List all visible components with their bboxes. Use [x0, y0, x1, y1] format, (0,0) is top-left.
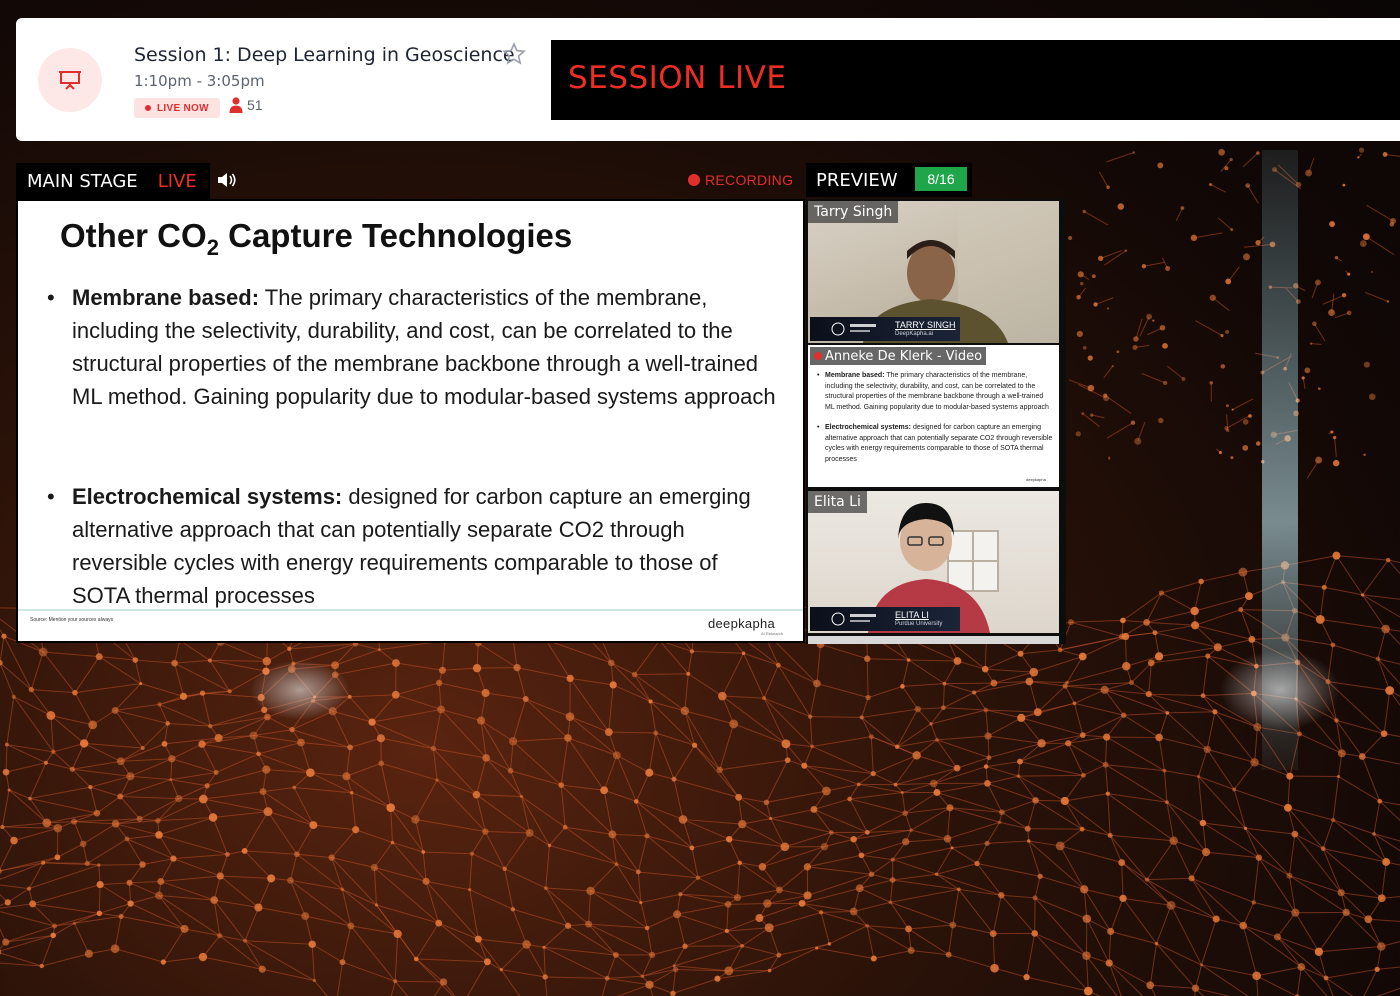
participant-name-tag: Tarry Singh: [808, 201, 899, 223]
presentation-slide: Other CO2 Capture Technologies Membrane …: [18, 201, 803, 641]
participant-name-tag: Anneke De Klerk - Video: [810, 347, 987, 365]
main-stage-label: MAIN STAGE: [27, 170, 138, 192]
slide-footer-divider: [18, 609, 803, 611]
recording-label: RECORDING: [705, 172, 794, 188]
participant-tile[interactable]: Elita Li ELITA LI Purdue University: [808, 491, 1059, 633]
main-stage-tab: MAIN STAGE LIVE: [16, 163, 210, 199]
speaker-name: TARRY SINGH: [895, 320, 956, 330]
session-live-banner: SESSION LIVE: [551, 40, 1400, 120]
mini-slide-bullet: Membrane based: The primary characterist…: [816, 371, 1054, 413]
main-stage-video: Other CO2 Capture Technologies Membrane …: [16, 199, 805, 643]
slide-bullet: Electrochemical systems: designed for ca…: [42, 480, 777, 612]
slide-source-note: Source: Mention your sources always: [30, 617, 114, 623]
live-now-label: LIVE NOW: [157, 102, 209, 114]
live-now-badge: LIVE NOW: [134, 98, 220, 118]
slide-title: Other CO2 Capture Technologies: [60, 217, 573, 260]
mini-slide-bullet: Electrochemical systems: designed for ca…: [816, 423, 1054, 465]
presentation-board-icon: [38, 48, 102, 112]
speaker-lower-third: TARRY SINGH DeepKapha.ai: [810, 317, 960, 341]
conference-logo-icon: [831, 612, 876, 626]
live-dot-icon: [145, 105, 151, 111]
speaker-organization: Purdue University: [895, 621, 943, 627]
record-dot-icon: [814, 352, 822, 360]
speaker-icon[interactable]: [216, 170, 238, 190]
recording-indicator: RECORDING: [688, 172, 793, 188]
mini-slide-logo: deepkapha: [1026, 477, 1046, 482]
participant-tile[interactable]: Tarry Singh TARRY SINGH DeepKapha.ai: [808, 201, 1059, 343]
shared-screen-thumbnail: Membrane based: The primary characterist…: [816, 371, 1054, 475]
participant-tile[interactable]: Membrane based: The primary characterist…: [808, 345, 1059, 487]
preview-panel[interactable]: Tarry Singh TARRY SINGH DeepKapha.ai Mem…: [806, 199, 1066, 644]
preview-count-badge: 8/16: [915, 167, 967, 191]
speaker-organization: DeepKapha.ai: [895, 331, 934, 337]
person-icon: [229, 97, 243, 113]
speaker-name: ELITA LI: [895, 610, 929, 620]
preview-label: PREVIEW: [816, 169, 898, 191]
slide-logo: deepkapha: [708, 616, 776, 631]
slide-logo-subtitle: AI Research: [761, 631, 784, 636]
attendee-count-value: 51: [247, 97, 263, 113]
participant-name-tag: Elita Li: [808, 491, 867, 513]
slide-bullet: Membrane based: The primary characterist…: [42, 281, 777, 413]
star-outline-icon[interactable]: [502, 42, 526, 66]
participant-tile-partial[interactable]: [808, 636, 1059, 644]
session-title: Session 1: Deep Learning in Geoscience: [134, 44, 515, 66]
attendee-count[interactable]: 51: [229, 97, 263, 113]
speaker-lower-third: ELITA LI Purdue University: [810, 607, 960, 631]
session-time: 1:10pm - 3:05pm: [134, 72, 265, 90]
main-stage-live-label: LIVE: [157, 170, 197, 192]
conference-logo-icon: [831, 322, 876, 336]
session-live-text: SESSION LIVE: [568, 60, 787, 96]
record-dot-icon: [688, 174, 700, 186]
